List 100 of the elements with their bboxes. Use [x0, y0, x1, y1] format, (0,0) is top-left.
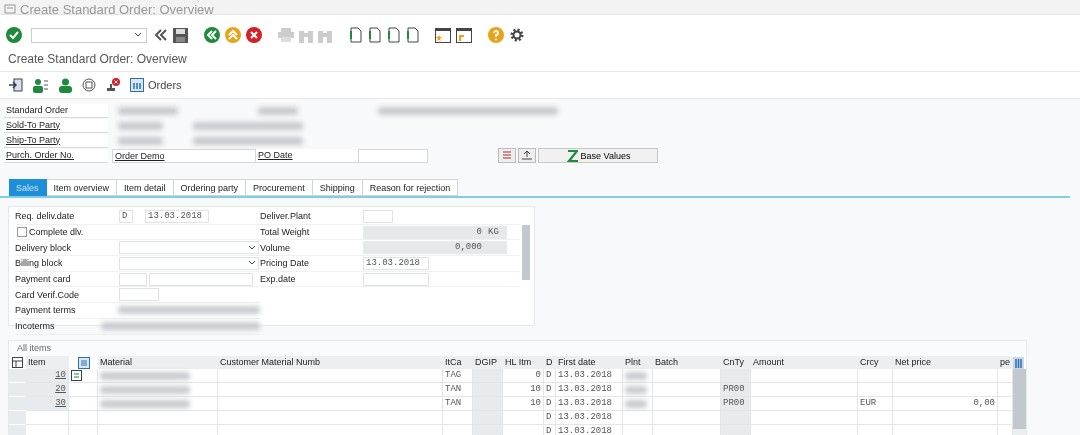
- table-cell: 13.03.2018: [556, 411, 623, 425]
- help-icon[interactable]: [488, 27, 504, 43]
- tab[interactable]: Ordering party: [173, 179, 247, 196]
- scrollbar[interactable]: [522, 225, 530, 280]
- input-field[interactable]: 13.03.2018: [145, 209, 209, 223]
- window-icon: [4, 4, 16, 14]
- field-label: Payment terms: [15, 305, 77, 316]
- input-field[interactable]: [149, 272, 253, 286]
- input-field[interactable]: [358, 148, 428, 163]
- table-cell: D: [544, 397, 556, 411]
- field-label: Pricing Date: [260, 258, 311, 269]
- base-values-button[interactable]: Base Values: [538, 148, 658, 163]
- item-number-link[interactable]: 30: [26, 397, 69, 411]
- table-icon: [130, 78, 144, 92]
- notes-icon[interactable]: [498, 148, 516, 163]
- table-cell: 0,00: [893, 397, 998, 411]
- delete-icon[interactable]: [106, 78, 120, 92]
- cancel-icon[interactable]: [246, 27, 262, 43]
- tab[interactable]: Item detail: [117, 179, 174, 196]
- column-header[interactable]: Net price: [893, 356, 998, 369]
- column-layout-icon[interactable]: [1013, 356, 1024, 369]
- page-icon[interactable]: [405, 27, 419, 43]
- redacted-text: [118, 106, 178, 115]
- save-icon[interactable]: [173, 27, 188, 43]
- window-title: Create Standard Order: Overview: [20, 3, 214, 14]
- tab[interactable]: Reason for rejection: [362, 179, 459, 196]
- screen-title: Create Standard Order: Overview: [0, 49, 1080, 72]
- person-icon[interactable]: [59, 77, 72, 93]
- orders-button[interactable]: Orders: [130, 78, 182, 92]
- column-header[interactable]: Material: [98, 356, 218, 369]
- redacted-text: [118, 121, 163, 130]
- field-label: Incoterms: [15, 321, 56, 332]
- column-header[interactable]: D: [544, 356, 556, 369]
- column-select-icon[interactable]: [77, 356, 90, 369]
- input-field[interactable]: [119, 272, 147, 286]
- column-header[interactable]: Item: [26, 356, 69, 369]
- caret-icon: [134, 32, 142, 38]
- field-label: Billing block: [15, 258, 64, 269]
- command-field[interactable]: [31, 27, 147, 43]
- table-cell: [473, 411, 503, 425]
- table-cell: D: [544, 369, 556, 383]
- input-field[interactable]: [363, 209, 393, 223]
- input-field[interactable]: D: [119, 209, 133, 223]
- field-label: Req. deliv.date: [15, 211, 76, 222]
- column-header[interactable]: Plnt: [623, 356, 653, 369]
- collapse-icon[interactable]: [154, 28, 168, 42]
- caret-icon: [248, 244, 256, 251]
- table-cell: 10: [503, 397, 544, 411]
- table-cell: PR00: [721, 397, 751, 411]
- field-label: Delivery block: [15, 242, 73, 253]
- input-field[interactable]: [363, 272, 429, 286]
- field-label[interactable]: PO Date: [256, 148, 358, 163]
- display-icon[interactable]: [9, 78, 23, 92]
- field-label[interactable]: Sold-To Party: [4, 118, 108, 133]
- shortcut-window-icon[interactable]: [456, 27, 472, 43]
- scrollbar[interactable]: [1013, 369, 1026, 435]
- column-header[interactable]: CnTy: [721, 356, 751, 369]
- field-label[interactable]: Purch. Order No.: [4, 148, 108, 163]
- column-header[interactable]: Amount: [751, 356, 858, 369]
- table-cell: [473, 397, 503, 411]
- tab[interactable]: Shipping: [312, 179, 363, 196]
- table-cell: D: [544, 383, 556, 397]
- checkbox[interactable]: [17, 227, 27, 238]
- item-number-link[interactable]: 20: [26, 383, 69, 397]
- column-header[interactable]: Customer Material Numb: [218, 356, 443, 369]
- settings-icon[interactable]: [509, 27, 525, 43]
- tab[interactable]: Procurement: [246, 179, 313, 196]
- table-cell: [858, 411, 893, 425]
- back-icon[interactable]: [204, 27, 220, 43]
- tab[interactable]: Item overview: [46, 179, 118, 196]
- column-header[interactable]: pe: [998, 356, 1013, 369]
- exit-icon[interactable]: [225, 27, 241, 43]
- input-field[interactable]: Order Demo: [112, 148, 256, 163]
- table-settings-icon[interactable]: [12, 357, 23, 368]
- page-icon[interactable]: [386, 27, 400, 43]
- table-cell: [26, 411, 69, 425]
- table-cell: 13.03.2018: [556, 369, 623, 383]
- column-header[interactable]: DGIP: [473, 356, 503, 369]
- upload-icon[interactable]: [518, 148, 536, 163]
- table-cell: [503, 411, 544, 425]
- column-header[interactable]: First date: [556, 356, 623, 369]
- column-header[interactable]: Crcy: [858, 356, 893, 369]
- field-label[interactable]: Ship-To Party: [4, 133, 108, 148]
- print-icon[interactable]: [278, 28, 294, 42]
- table-title: All items: [9, 341, 1026, 356]
- output-field: 0,000: [363, 241, 485, 255]
- column-header[interactable]: ItCa: [443, 356, 473, 369]
- page-icon[interactable]: [367, 27, 381, 43]
- input-field[interactable]: 13.03.2018: [363, 256, 429, 270]
- field-label: Total Weight: [260, 227, 311, 238]
- check-icon[interactable]: [6, 27, 22, 43]
- new-window-icon[interactable]: [435, 27, 451, 43]
- person-list-icon[interactable]: [33, 77, 49, 93]
- output-field: 0: [363, 225, 485, 239]
- input-field[interactable]: [119, 288, 159, 302]
- item-number-link[interactable]: 10: [26, 369, 69, 383]
- column-header[interactable]: HL Itm: [503, 356, 544, 369]
- table-cell: D: [544, 411, 556, 425]
- page-icon[interactable]: [348, 27, 362, 43]
- column-header[interactable]: Batch: [653, 356, 721, 369]
